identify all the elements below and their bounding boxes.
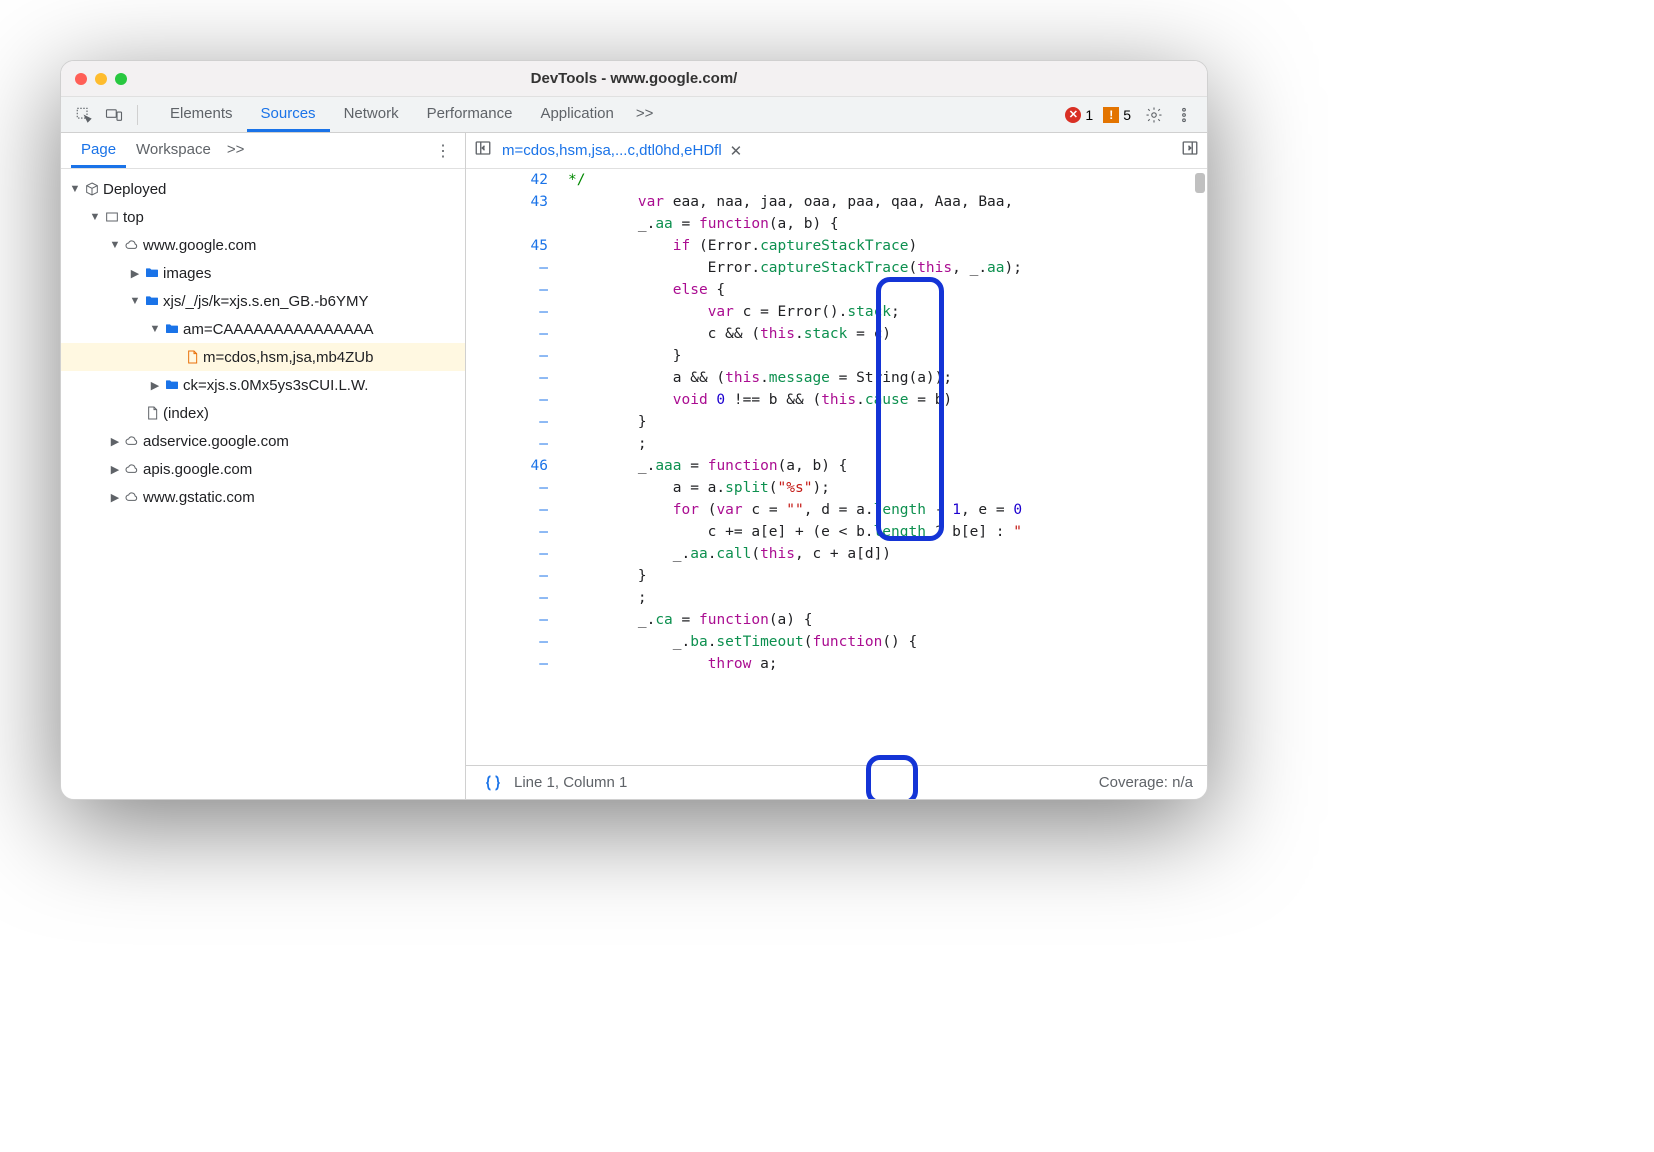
tree-label: am=CAAAAAAAAAAAAAAA: [183, 321, 374, 338]
cursor-position: Line 1, Column 1: [514, 774, 627, 791]
main-tabs: Elements Sources Network Performance App…: [156, 98, 661, 132]
cube-icon: [81, 181, 103, 197]
tree-images[interactable]: ▶ images: [61, 259, 465, 287]
code-content[interactable]: */ var eaa, naa, jaa, oaa, paa, qaa, Aaa…: [562, 169, 1207, 765]
titlebar: DevTools - www.google.com/: [61, 61, 1207, 97]
tree-adservice[interactable]: ▶ adservice.google.com: [61, 427, 465, 455]
file-tree: ▼ Deployed ▼ top ▼ www.google.com ▶: [61, 169, 465, 799]
tree-label: xjs/_/js/k=xjs.s.en_GB.-b6YMY: [163, 293, 369, 310]
tree-label: top: [123, 209, 144, 226]
tree-label: www.gstatic.com: [143, 489, 255, 506]
toggle-navigator-icon[interactable]: [474, 139, 492, 162]
main-toolbar: Elements Sources Network Performance App…: [61, 97, 1207, 133]
window-zoom-button[interactable]: [115, 73, 127, 85]
tree-label: (index): [163, 405, 209, 422]
tree-apis[interactable]: ▶ apis.google.com: [61, 455, 465, 483]
tree-label: www.google.com: [143, 237, 256, 254]
toggle-debugger-icon[interactable]: [1181, 139, 1199, 162]
window-title: DevTools - www.google.com/: [61, 70, 1207, 87]
cloud-icon: [121, 461, 143, 477]
close-icon[interactable]: ✕: [730, 142, 743, 160]
tab-performance[interactable]: Performance: [413, 98, 527, 132]
navigator-pane: Page Workspace >> ⋮ ▼ Deployed ▼ top: [61, 133, 466, 799]
tab-elements[interactable]: Elements: [156, 98, 247, 132]
folder-icon: [161, 377, 183, 393]
tree-domain-google[interactable]: ▼ www.google.com: [61, 231, 465, 259]
tabs-overflow[interactable]: >>: [628, 98, 662, 132]
tree-label: apis.google.com: [143, 461, 252, 478]
tree-gstatic[interactable]: ▶ www.gstatic.com: [61, 483, 465, 511]
tab-sources[interactable]: Sources: [247, 98, 330, 132]
tree-xjs[interactable]: ▼ xjs/_/js/k=xjs.s.en_GB.-b6YMY: [61, 287, 465, 315]
tree-label: images: [163, 265, 211, 282]
tree-am[interactable]: ▼ am=CAAAAAAAAAAAAAAA: [61, 315, 465, 343]
file-tab-label: m=cdos,hsm,jsa,...c,dtl0hd,eHDfl: [502, 142, 722, 159]
tree-label: Deployed: [103, 181, 166, 198]
cloud-icon: [121, 489, 143, 505]
separator: [137, 105, 138, 125]
editor-pane: m=cdos,hsm,jsa,...c,dtl0hd,eHDfl ✕ 42 43…: [466, 133, 1207, 799]
tab-application[interactable]: Application: [526, 98, 627, 132]
frame-icon: [101, 209, 123, 225]
devtools-window: DevTools - www.google.com/ Elements Sour…: [60, 60, 1208, 800]
warning-count: 5: [1123, 107, 1131, 123]
file-tabbar: m=cdos,hsm,jsa,...c,dtl0hd,eHDfl ✕: [466, 133, 1207, 169]
file-icon: [141, 405, 163, 421]
tree-index[interactable]: (index): [61, 399, 465, 427]
tree-file-selected[interactable]: m=cdos,hsm,jsa,mb4ZUb: [61, 343, 465, 371]
inspect-icon[interactable]: [71, 102, 97, 128]
pretty-print-icon[interactable]: [480, 770, 506, 796]
coverage-status: Coverage: n/a: [1099, 774, 1193, 791]
line-gutter[interactable]: 42 43 45 – – – – – – – – – 46 – – – – – …: [466, 169, 562, 765]
traffic-lights: [75, 73, 127, 85]
editor-statusbar: Line 1, Column 1 Coverage: n/a: [466, 765, 1207, 799]
subtab-workspace[interactable]: Workspace: [126, 134, 221, 168]
tree-label: m=cdos,hsm,jsa,mb4ZUb: [203, 349, 373, 366]
navigator-tabs: Page Workspace >> ⋮: [61, 133, 465, 169]
more-icon[interactable]: [1171, 102, 1197, 128]
subtabs-overflow[interactable]: >>: [221, 134, 251, 168]
code-editor[interactable]: 42 43 45 – – – – – – – – – 46 – – – – – …: [466, 169, 1207, 765]
warning-icon: !: [1103, 107, 1119, 123]
scrollbar-thumb[interactable]: [1195, 173, 1205, 193]
navigator-more-icon[interactable]: ⋮: [431, 141, 455, 161]
folder-icon: [161, 321, 183, 337]
error-icon: ✕: [1065, 107, 1081, 123]
warning-badge[interactable]: ! 5: [1103, 107, 1131, 123]
tree-top[interactable]: ▼ top: [61, 203, 465, 231]
subtab-page[interactable]: Page: [71, 134, 126, 168]
cloud-icon: [121, 433, 143, 449]
file-icon: [181, 349, 203, 365]
error-count: 1: [1085, 107, 1093, 123]
cloud-icon: [121, 237, 143, 253]
folder-icon: [141, 293, 163, 309]
file-tab[interactable]: m=cdos,hsm,jsa,...c,dtl0hd,eHDfl ✕: [502, 142, 742, 160]
device-toggle-icon[interactable]: [101, 102, 127, 128]
tree-label: adservice.google.com: [143, 433, 289, 450]
tree-deployed[interactable]: ▼ Deployed: [61, 175, 465, 203]
gear-icon[interactable]: [1141, 102, 1167, 128]
folder-icon: [141, 265, 163, 281]
tree-label: ck=xjs.s.0Mx5ys3sCUI.L.W.: [183, 377, 368, 394]
tree-ck[interactable]: ▶ ck=xjs.s.0Mx5ys3sCUI.L.W.: [61, 371, 465, 399]
error-badge[interactable]: ✕ 1: [1065, 107, 1093, 123]
window-minimize-button[interactable]: [95, 73, 107, 85]
window-close-button[interactable]: [75, 73, 87, 85]
tab-network[interactable]: Network: [330, 98, 413, 132]
